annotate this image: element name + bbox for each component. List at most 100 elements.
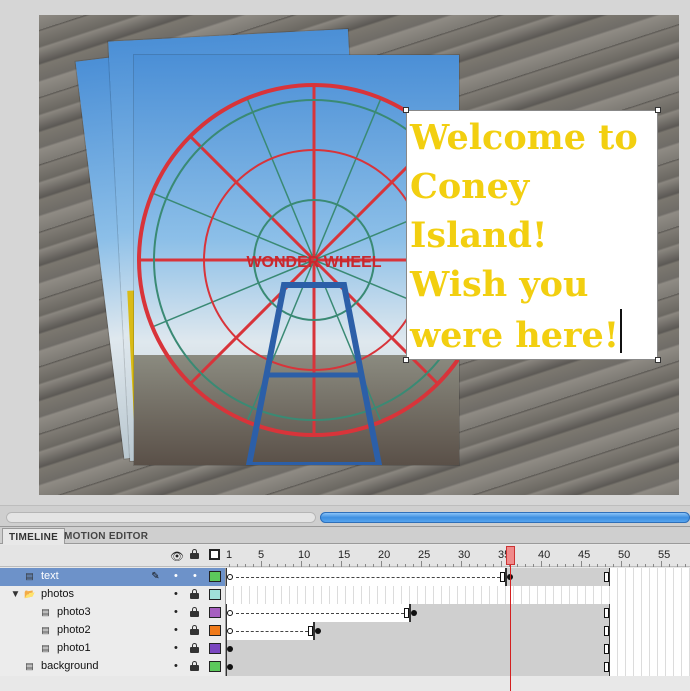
frame-number: 15 bbox=[338, 549, 351, 561]
text-line: Coney bbox=[410, 166, 530, 207]
layer-outline-color[interactable] bbox=[209, 625, 221, 636]
end-frame-marker[interactable] bbox=[604, 626, 609, 636]
layer-outline-color[interactable] bbox=[209, 571, 221, 582]
layer-row-photo2[interactable]: ▤ photo2 • bbox=[0, 622, 690, 640]
wonder-wheel-sign: WONDER WHEEL bbox=[246, 254, 381, 271]
layer-name-cell[interactable]: ▤ photo3 • bbox=[0, 604, 226, 622]
layer-outline-color[interactable] bbox=[209, 661, 221, 672]
frame-number: 40 bbox=[538, 549, 551, 561]
layer-name-cell[interactable]: ▤ photo1 • bbox=[0, 640, 226, 658]
tab-motion-editor[interactable]: MOTION EDITOR bbox=[58, 528, 154, 544]
layer-frames[interactable] bbox=[226, 622, 690, 640]
layer-name-cell[interactable]: ▤ text ✎ • • bbox=[0, 568, 226, 586]
end-frame-marker[interactable] bbox=[404, 608, 409, 618]
timeline-header: 👁 1 5 10 15 20 25 30 35 40 45 50 55 bbox=[0, 545, 690, 567]
frame-span[interactable] bbox=[410, 604, 610, 622]
frame-number: 45 bbox=[578, 549, 591, 561]
frame-span[interactable] bbox=[506, 568, 610, 586]
layer-name-cell[interactable]: ▼ 📂 photos • bbox=[0, 586, 226, 604]
layer-frames[interactable] bbox=[226, 604, 690, 622]
visibility-toggle[interactable]: • bbox=[174, 660, 178, 672]
layer-label: photos bbox=[41, 588, 75, 600]
layer-name-cell[interactable]: ▤ background • bbox=[0, 658, 226, 676]
layer-icon: ▤ bbox=[41, 607, 50, 617]
frame-number: 50 bbox=[618, 549, 631, 561]
frame-number: 55 bbox=[658, 549, 671, 561]
frame-number: 30 bbox=[458, 549, 471, 561]
lock-icon[interactable] bbox=[190, 549, 199, 562]
frame-span[interactable] bbox=[226, 640, 610, 658]
layer-icon: ▤ bbox=[41, 643, 50, 653]
scrollbar-track[interactable] bbox=[6, 512, 316, 523]
layer-outline-color[interactable] bbox=[209, 643, 221, 654]
layer-icon: ▤ bbox=[41, 625, 50, 635]
end-frame-marker[interactable] bbox=[604, 644, 609, 654]
frame-ruler[interactable]: 1 5 10 15 20 25 30 35 40 45 50 55 bbox=[226, 545, 690, 567]
layer-name-cell[interactable]: ▤ photo2 • bbox=[0, 622, 226, 640]
layer-label: photo2 bbox=[57, 624, 91, 636]
end-frame-marker[interactable] bbox=[308, 626, 313, 636]
keyframe[interactable] bbox=[315, 628, 321, 634]
layer-row-text[interactable]: ▤ text ✎ • • bbox=[0, 568, 690, 586]
visibility-toggle[interactable]: • bbox=[174, 642, 178, 654]
empty-frames-dash bbox=[236, 577, 500, 578]
layer-icon: ▤ bbox=[25, 571, 34, 581]
lock-icon[interactable] bbox=[190, 607, 199, 617]
text-field[interactable]: Welcome to Coney Island! Wish you were h… bbox=[403, 107, 661, 363]
frame-number: 1 bbox=[226, 549, 233, 561]
welcome-text[interactable]: Welcome to Coney Island! Wish you were h… bbox=[410, 113, 660, 360]
lock-toggle[interactable]: • bbox=[193, 570, 197, 582]
keyframe[interactable] bbox=[227, 664, 233, 670]
layer-outline-color[interactable] bbox=[209, 589, 221, 600]
frame-number: 35 bbox=[498, 549, 511, 561]
stage-canvas[interactable]: WONDER WHEEL Welcome to Coney Island! Wi… bbox=[39, 15, 679, 495]
lock-icon[interactable] bbox=[190, 643, 199, 653]
layer-frames[interactable] bbox=[226, 640, 690, 658]
empty-frames-dash bbox=[236, 631, 308, 632]
visibility-toggle[interactable]: • bbox=[174, 570, 178, 582]
end-frame-marker[interactable] bbox=[604, 662, 609, 672]
frame-span[interactable] bbox=[226, 658, 610, 676]
layer-label: background bbox=[41, 660, 99, 672]
flash-authoring-window: WONDER WHEEL Welcome to Coney Island! Wi… bbox=[0, 0, 690, 691]
lock-icon[interactable] bbox=[190, 589, 199, 599]
end-frame-marker[interactable] bbox=[500, 572, 505, 582]
keyframe[interactable] bbox=[227, 646, 233, 652]
layer-frames[interactable] bbox=[226, 586, 690, 604]
layer-row-photos[interactable]: ▼ 📂 photos • bbox=[0, 586, 690, 604]
end-frame-marker[interactable] bbox=[604, 572, 609, 582]
outline-icon[interactable] bbox=[209, 549, 220, 560]
layer-row-background[interactable]: ▤ background • bbox=[0, 658, 690, 676]
layer-outline-color[interactable] bbox=[209, 607, 221, 618]
layer-label: text bbox=[41, 570, 59, 582]
stage-scrollbar[interactable] bbox=[0, 505, 690, 527]
lock-icon[interactable] bbox=[190, 661, 199, 671]
layer-row-photo3[interactable]: ▤ photo3 • bbox=[0, 604, 690, 622]
layer-frames[interactable] bbox=[226, 568, 690, 586]
timeline-panel: TIMELINE MOTION EDITOR 👁 1 5 10 15 20 25 30 35 4… bbox=[0, 526, 690, 691]
lock-icon[interactable] bbox=[190, 625, 199, 635]
folder-icon: 📂 bbox=[24, 589, 36, 599]
tab-timeline[interactable]: TIMELINE bbox=[2, 528, 66, 544]
folder-expand-icon[interactable]: ▼ bbox=[10, 589, 21, 600]
scrollbar-thumb[interactable] bbox=[320, 512, 690, 523]
empty-frames-dash bbox=[236, 613, 404, 614]
layer-frames[interactable] bbox=[226, 658, 690, 676]
visibility-toggle[interactable]: • bbox=[174, 606, 178, 618]
keyframe[interactable] bbox=[227, 628, 233, 634]
layer-row-photo1[interactable]: ▤ photo1 • bbox=[0, 640, 690, 658]
panel-tabs: TIMELINE MOTION EDITOR bbox=[0, 527, 690, 544]
keyframe[interactable] bbox=[227, 610, 233, 616]
end-frame-marker[interactable] bbox=[604, 608, 609, 618]
keyframe[interactable] bbox=[227, 574, 233, 580]
frame-number: 10 bbox=[298, 549, 311, 561]
text-caret bbox=[620, 309, 623, 353]
keyframe[interactable] bbox=[507, 574, 513, 580]
visibility-toggle[interactable]: • bbox=[174, 624, 178, 636]
frame-span[interactable] bbox=[314, 622, 610, 640]
keyframe[interactable] bbox=[411, 610, 417, 616]
layer-label: photo1 bbox=[57, 642, 91, 654]
visibility-toggle[interactable]: • bbox=[174, 588, 178, 600]
eye-icon[interactable]: 👁 bbox=[170, 550, 184, 563]
text-line: Welcome to bbox=[410, 117, 638, 158]
